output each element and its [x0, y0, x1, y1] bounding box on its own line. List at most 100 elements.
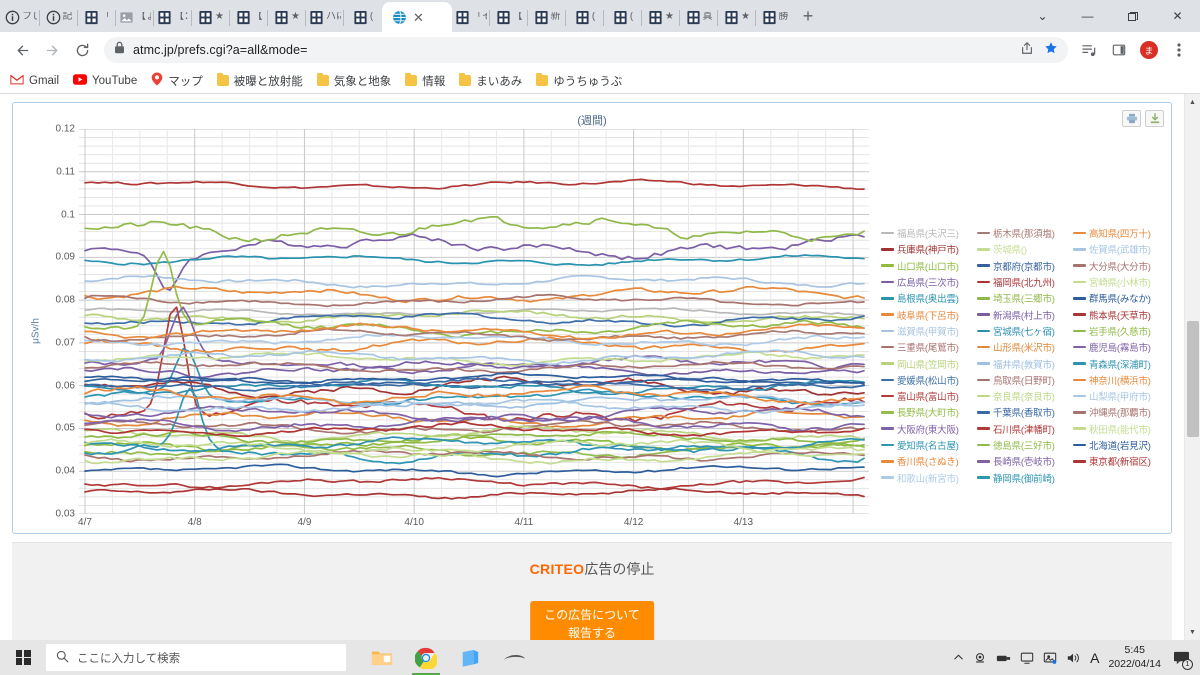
bookmark-item-0[interactable]: Gmail — [10, 74, 59, 88]
side-panel-icon[interactable] — [1106, 37, 1132, 63]
browser-tab-4[interactable]: 【： — [153, 2, 192, 32]
browser-tab-9[interactable]: ( — [343, 2, 382, 32]
legend-item[interactable]: 大分県(大分市) — [1073, 258, 1169, 274]
browser-tab-2[interactable]: 「 — [77, 2, 116, 32]
vertical-scrollbar[interactable]: ▲ ▼ — [1184, 94, 1200, 640]
reload-button[interactable] — [68, 36, 96, 64]
bookmark-star-icon[interactable] — [1044, 41, 1058, 60]
legend-item[interactable]: 福島県(夫沢三) — [881, 225, 977, 241]
legend-item[interactable]: 静岡県(御前崎) — [977, 469, 1073, 485]
scroll-down-arrow[interactable]: ▼ — [1185, 624, 1200, 640]
browser-tab-16[interactable]: ★ — [641, 2, 680, 32]
browser-tab-19[interactable]: 勝 — [755, 2, 794, 32]
bookmark-item-3[interactable]: 被曝と放射能 — [216, 73, 303, 89]
browser-tab-11[interactable]: 「そ — [452, 2, 490, 32]
file-explorer-icon[interactable] — [360, 640, 404, 675]
legend-item[interactable]: 高知県(四万十) — [1073, 225, 1169, 241]
legend-item[interactable]: 山口県(山口市) — [881, 258, 977, 274]
legend-item[interactable]: 京都府(京都市) — [977, 258, 1073, 274]
legend-item[interactable]: 長崎県(壱岐市) — [977, 453, 1073, 469]
chrome-icon[interactable] — [404, 640, 448, 675]
legend-item[interactable]: 宮城県(七ヶ宿) — [977, 323, 1073, 339]
browser-tab-18[interactable]: ★ — [717, 2, 756, 32]
legend-item[interactable]: 熊本県(天草市) — [1073, 306, 1169, 322]
legend-item[interactable]: 山梨県(甲府市) — [1073, 388, 1169, 404]
usb-icon[interactable] — [996, 652, 1011, 664]
browser-tab-1[interactable]: 記 — [39, 2, 78, 32]
tab-close-icon[interactable]: ✕ — [413, 11, 424, 24]
legend-item[interactable]: 北海道(岩見沢) — [1073, 437, 1169, 453]
legend-item[interactable]: 奈良県(奈良市) — [977, 388, 1073, 404]
browser-tab-15[interactable]: ( — [603, 2, 642, 32]
media-icon[interactable] — [1076, 37, 1102, 63]
bookmark-item-2[interactable]: マップ — [151, 72, 203, 89]
bookmark-item-5[interactable]: 情報 — [405, 73, 445, 89]
bookmark-item-1[interactable]: YouTube — [73, 73, 137, 88]
scrollbar-thumb[interactable] — [1187, 321, 1199, 437]
legend-item[interactable]: 宮崎県(小林市) — [1073, 274, 1169, 290]
report-ad-button[interactable]: この広告について 報告する — [530, 601, 654, 640]
printer-icon[interactable] — [1122, 110, 1141, 127]
browser-tab-5[interactable]: ★ — [191, 2, 230, 32]
legend-item[interactable]: 埼玉県(三郷市) — [977, 290, 1073, 306]
ime-icon[interactable]: A — [1090, 650, 1099, 666]
legend-item[interactable]: 香川県(さぬき) — [881, 453, 977, 469]
minimize-button[interactable]: — — [1065, 0, 1110, 32]
legend-item[interactable]: 富山県(富山市) — [881, 388, 977, 404]
scroll-up-arrow[interactable]: ▲ — [1185, 94, 1200, 110]
browser-tab-13[interactable]: 新 — [527, 2, 566, 32]
taskbar-clock[interactable]: 5:45 2022/04/14 — [1108, 644, 1161, 670]
legend-item[interactable]: 岩手県(久慈市) — [1073, 323, 1169, 339]
bookmark-item-6[interactable]: まいあみ — [459, 73, 522, 89]
legend-item[interactable]: 茨城県() — [977, 241, 1073, 257]
tab-search-button[interactable]: ⌄ — [1020, 0, 1065, 32]
volume-icon[interactable] — [1066, 651, 1081, 665]
profile-avatar[interactable]: ま — [1136, 37, 1162, 63]
forward-button[interactable] — [38, 36, 66, 64]
legend-item[interactable]: 石川県(津幡町) — [977, 421, 1073, 437]
browser-tab-12[interactable]: 【 — [489, 2, 528, 32]
back-button[interactable] — [8, 36, 36, 64]
legend-item[interactable]: 兵庫県(神戸市) — [881, 241, 977, 257]
browser-tab-8[interactable]: ハに — [305, 2, 344, 32]
download-icon[interactable] — [1145, 110, 1164, 127]
maximize-button[interactable] — [1110, 0, 1155, 32]
legend-item[interactable]: 愛知県(名古屋) — [881, 437, 977, 453]
legend-item[interactable]: 福岡県(北九州) — [977, 274, 1073, 290]
browser-tab-10[interactable]: ✕ — [382, 2, 452, 32]
legend-item[interactable]: 鹿児島(霧島市) — [1073, 339, 1169, 355]
legend-item[interactable]: 福井県(敦賀市) — [977, 355, 1073, 371]
legend-item[interactable]: 徳島県(三好市) — [977, 437, 1073, 453]
start-button[interactable] — [0, 640, 46, 675]
legend-item[interactable]: 神奈川(横浜市) — [1073, 372, 1169, 388]
address-bar[interactable]: atmc.jp/prefs.cgi?a=all&mode= — [104, 37, 1068, 63]
legend-item[interactable]: 新潟県(村上市) — [977, 306, 1073, 322]
legend-item[interactable]: 栃木県(那須塩) — [977, 225, 1073, 241]
bookmark-item-7[interactable]: ゆうちゅうぶ — [536, 73, 622, 89]
legend-item[interactable]: 秋田県(能代市) — [1073, 421, 1169, 437]
legend-item[interactable]: 三重県(尾鷲市) — [881, 339, 977, 355]
browser-tab-14[interactable]: ( — [565, 2, 604, 32]
display-icon[interactable] — [1043, 651, 1057, 665]
chevron-up-icon[interactable] — [953, 652, 964, 663]
sticky-notes-icon[interactable] — [448, 640, 492, 675]
legend-item[interactable]: 沖縄県(那覇市) — [1073, 404, 1169, 420]
legend-item[interactable]: 千葉県(香取市) — [977, 404, 1073, 420]
pen-icon[interactable] — [492, 640, 536, 675]
menu-icon[interactable] — [1166, 37, 1192, 63]
legend-item[interactable]: 佐賀県(武雄市) — [1073, 241, 1169, 257]
notification-icon[interactable]: 1 — [1170, 647, 1193, 670]
legend-item[interactable]: 青森県(深浦町) — [1073, 355, 1169, 371]
browser-tab-3[interactable]: 【ょ — [115, 2, 154, 32]
monitor-icon[interactable] — [1020, 651, 1034, 665]
legend-item[interactable]: 山形県(米沢市) — [977, 339, 1073, 355]
legend-item[interactable]: 島根県(奥出雲) — [881, 290, 977, 306]
close-window-button[interactable]: ✕ — [1155, 0, 1200, 32]
legend-item[interactable]: 鳥取県(日野町) — [977, 372, 1073, 388]
browser-tab-7[interactable]: ★ — [267, 2, 306, 32]
legend-item[interactable]: 広島県(三次市) — [881, 274, 977, 290]
legend-item[interactable]: 東京都(新宿区) — [1073, 453, 1169, 469]
browser-tab-6[interactable]: 【 — [229, 2, 268, 32]
legend-item[interactable]: 愛媛県(松山市) — [881, 372, 977, 388]
camera-icon[interactable] — [973, 651, 987, 665]
